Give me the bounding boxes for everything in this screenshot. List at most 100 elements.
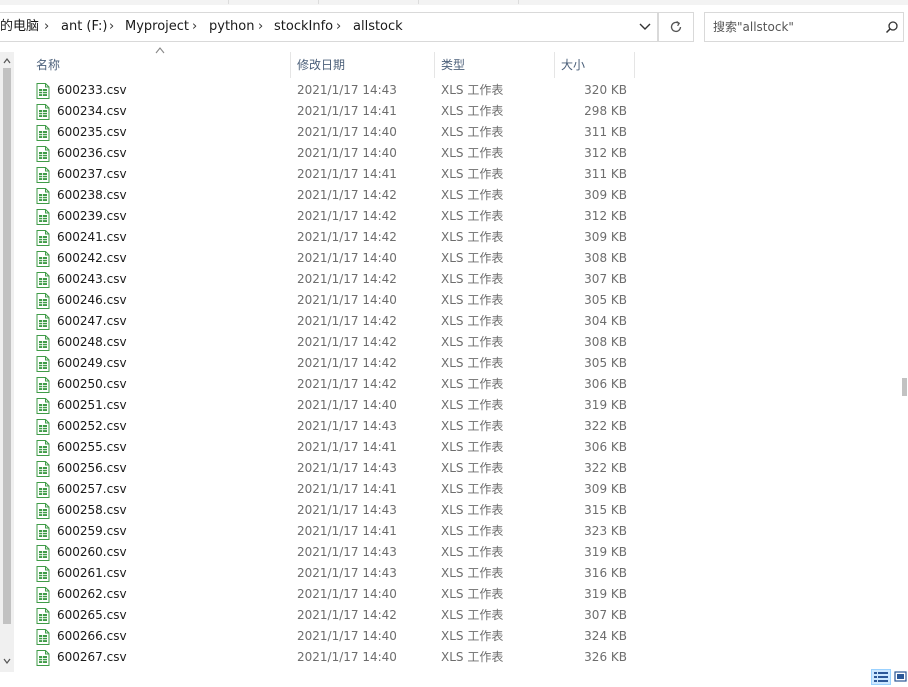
scroll-down-arrow[interactable] <box>0 654 14 668</box>
breadcrumb-this-pc[interactable]: 的电脑 <box>0 13 39 41</box>
breadcrumb-separator[interactable]: › <box>192 13 197 41</box>
file-type: XLS 工作表 <box>441 482 504 496</box>
file-name: 600255.csv <box>57 440 127 454</box>
address-dropdown-button[interactable] <box>634 15 656 39</box>
breadcrumb-drive[interactable]: ant (F:) <box>61 13 107 41</box>
file-size: 306 KB <box>584 377 627 391</box>
csv-file-icon <box>36 503 50 519</box>
breadcrumb-stockinfo[interactable]: stockInfo <box>274 13 333 41</box>
csv-file-icon <box>36 524 50 540</box>
file-row[interactable]: 600258.csv 2021/1/17 14:43 XLS 工作表 315 KB <box>30 500 635 521</box>
file-row[interactable]: 600265.csv 2021/1/17 14:42 XLS 工作表 307 KB <box>30 605 635 626</box>
file-type: XLS 工作表 <box>441 377 504 391</box>
file-row[interactable]: 600237.csv 2021/1/17 14:41 XLS 工作表 311 KB <box>30 164 635 185</box>
file-modified-date: 2021/1/17 14:40 <box>297 125 397 139</box>
breadcrumb-python[interactable]: python <box>209 13 254 41</box>
breadcrumb-separator[interactable]: › <box>109 13 114 41</box>
file-modified-date: 2021/1/17 14:40 <box>297 251 397 265</box>
breadcrumb-separator[interactable]: › <box>44 13 49 41</box>
chevron-up-icon <box>3 58 11 64</box>
file-row[interactable]: 600251.csv 2021/1/17 14:40 XLS 工作表 319 KB <box>30 395 635 416</box>
file-row[interactable]: 600246.csv 2021/1/17 14:40 XLS 工作表 305 KB <box>30 290 635 311</box>
breadcrumb-myproject[interactable]: Myproject <box>125 13 189 41</box>
column-header-size[interactable]: 大小 <box>555 52 634 78</box>
large-icons-view-button[interactable] <box>893 669 908 685</box>
file-row[interactable]: 600249.csv 2021/1/17 14:42 XLS 工作表 305 KB <box>30 353 635 374</box>
ribbon-divider <box>228 0 229 4</box>
refresh-button[interactable] <box>658 12 694 42</box>
file-row[interactable]: 600262.csv 2021/1/17 14:40 XLS 工作表 319 KB <box>30 584 635 605</box>
file-modified-date: 2021/1/17 14:42 <box>297 209 397 223</box>
file-row[interactable]: 600259.csv 2021/1/17 14:41 XLS 工作表 323 KB <box>30 521 635 542</box>
file-row[interactable]: 600234.csv 2021/1/17 14:41 XLS 工作表 298 KB <box>30 101 635 122</box>
file-type: XLS 工作表 <box>441 335 504 349</box>
file-name: 600261.csv <box>57 566 127 580</box>
file-size: 322 KB <box>584 461 627 475</box>
file-row[interactable]: 600236.csv 2021/1/17 14:40 XLS 工作表 312 KB <box>30 143 635 164</box>
column-header-type[interactable]: 类型 <box>435 52 554 78</box>
file-row[interactable]: 600239.csv 2021/1/17 14:42 XLS 工作表 312 KB <box>30 206 635 227</box>
csv-file-icon <box>36 377 50 393</box>
csv-file-icon <box>36 587 50 603</box>
file-name: 600235.csv <box>57 125 127 139</box>
details-view-button[interactable] <box>871 669 891 685</box>
nav-scroll-thumb[interactable] <box>3 68 11 624</box>
file-row[interactable]: 600252.csv 2021/1/17 14:43 XLS 工作表 322 KB <box>30 416 635 437</box>
file-row[interactable]: 600260.csv 2021/1/17 14:43 XLS 工作表 319 KB <box>30 542 635 563</box>
file-modified-date: 2021/1/17 14:42 <box>297 272 397 286</box>
file-name: 600259.csv <box>57 524 127 538</box>
breadcrumb-separator[interactable]: › <box>336 13 341 41</box>
file-row[interactable]: 600241.csv 2021/1/17 14:42 XLS 工作表 309 KB <box>30 227 635 248</box>
file-row[interactable]: 600256.csv 2021/1/17 14:43 XLS 工作表 322 KB <box>30 458 635 479</box>
file-row[interactable]: 600235.csv 2021/1/17 14:40 XLS 工作表 311 KB <box>30 122 635 143</box>
file-type: XLS 工作表 <box>441 125 504 139</box>
file-row[interactable]: 600266.csv 2021/1/17 14:40 XLS 工作表 324 KB <box>30 626 635 647</box>
file-size: 306 KB <box>584 440 627 454</box>
file-modified-date: 2021/1/17 14:40 <box>297 398 397 412</box>
file-modified-date: 2021/1/17 14:42 <box>297 356 397 370</box>
file-type: XLS 工作表 <box>441 503 504 517</box>
column-header-date[interactable]: 修改日期 <box>291 52 434 78</box>
column-divider[interactable] <box>634 52 635 78</box>
address-bar[interactable]: 的电脑 › ant (F:) › Myproject › python › st… <box>0 12 658 42</box>
file-modified-date: 2021/1/17 14:43 <box>297 461 397 475</box>
column-header-name[interactable]: 名称 <box>30 52 290 78</box>
file-modified-date: 2021/1/17 14:40 <box>297 146 397 160</box>
file-size: 305 KB <box>584 356 627 370</box>
file-row[interactable]: 600250.csv 2021/1/17 14:42 XLS 工作表 306 KB <box>30 374 635 395</box>
file-modified-date: 2021/1/17 14:40 <box>297 650 397 664</box>
csv-file-icon <box>36 419 50 435</box>
file-row[interactable]: 600255.csv 2021/1/17 14:41 XLS 工作表 306 KB <box>30 437 635 458</box>
csv-file-icon <box>36 251 50 267</box>
file-list-scroll-thumb[interactable] <box>902 378 907 396</box>
file-row[interactable]: 600238.csv 2021/1/17 14:42 XLS 工作表 309 KB <box>30 185 635 206</box>
file-size: 305 KB <box>584 293 627 307</box>
file-type: XLS 工作表 <box>441 209 504 223</box>
file-modified-date: 2021/1/17 14:43 <box>297 503 397 517</box>
file-modified-date: 2021/1/17 14:42 <box>297 335 397 349</box>
file-modified-date: 2021/1/17 14:41 <box>297 482 397 496</box>
search-icon[interactable] <box>885 20 899 34</box>
scroll-up-arrow[interactable] <box>0 54 14 68</box>
file-row[interactable]: 600267.csv 2021/1/17 14:40 XLS 工作表 326 KB <box>30 647 635 668</box>
file-name: 600248.csv <box>57 335 127 349</box>
file-modified-date: 2021/1/17 14:43 <box>297 566 397 580</box>
file-type: XLS 工作表 <box>441 83 504 97</box>
file-row[interactable]: 600248.csv 2021/1/17 14:42 XLS 工作表 308 KB <box>30 332 635 353</box>
file-row[interactable]: 600233.csv 2021/1/17 14:43 XLS 工作表 320 KB <box>30 80 635 101</box>
search-box[interactable] <box>704 12 904 42</box>
file-row[interactable]: 600261.csv 2021/1/17 14:43 XLS 工作表 316 KB <box>30 563 635 584</box>
file-row[interactable]: 600242.csv 2021/1/17 14:40 XLS 工作表 308 KB <box>30 248 635 269</box>
file-row[interactable]: 600247.csv 2021/1/17 14:42 XLS 工作表 304 KB <box>30 311 635 332</box>
file-size: 319 KB <box>584 398 627 412</box>
file-row[interactable]: 600257.csv 2021/1/17 14:41 XLS 工作表 309 KB <box>30 479 635 500</box>
file-list-scrollbar[interactable] <box>898 52 908 672</box>
search-input[interactable] <box>713 17 873 37</box>
file-modified-date: 2021/1/17 14:41 <box>297 524 397 538</box>
file-size: 304 KB <box>584 314 627 328</box>
file-size: 307 KB <box>584 272 627 286</box>
file-row[interactable]: 600243.csv 2021/1/17 14:42 XLS 工作表 307 KB <box>30 269 635 290</box>
breadcrumb-separator[interactable]: › <box>258 13 263 41</box>
nav-pane-scrollbar[interactable] <box>0 52 14 672</box>
breadcrumb-allstock[interactable]: allstock <box>353 13 403 41</box>
